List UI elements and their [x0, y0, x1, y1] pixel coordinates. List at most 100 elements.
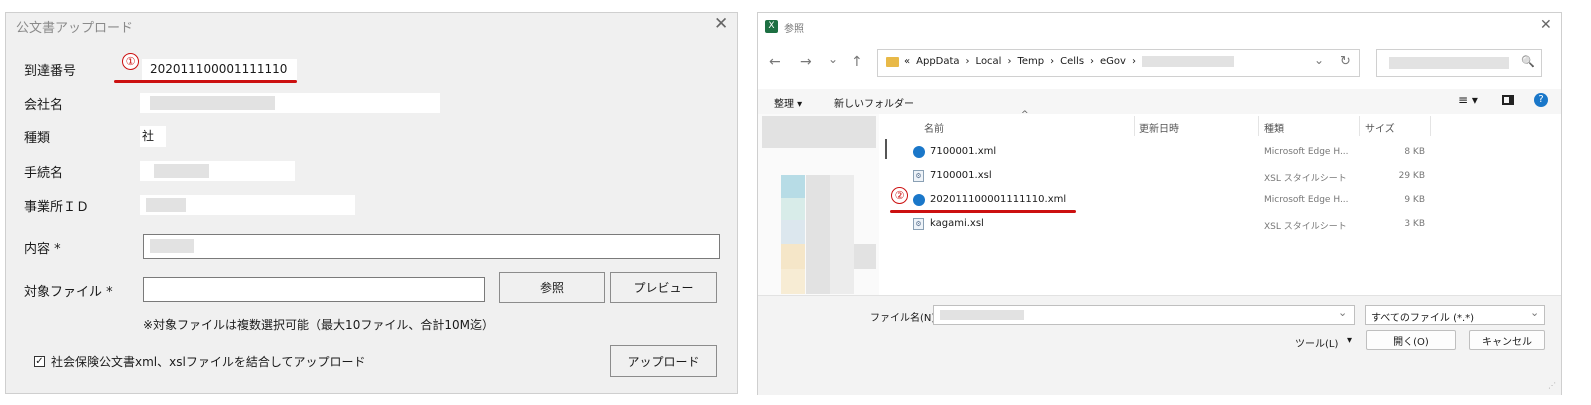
preview-button[interactable]: プレビュー	[610, 272, 717, 303]
dialog-title: 公文書アップロード	[16, 21, 134, 36]
filename-label: ファイル名(N):	[870, 313, 939, 324]
file-size: 3 KB	[1404, 219, 1425, 229]
redacted-block	[781, 269, 805, 294]
file-name: 202011100001111110.xml	[930, 194, 1067, 205]
breadcrumb-separator: ›	[1131, 56, 1136, 67]
file-name: 7100001.xml	[930, 146, 997, 157]
refresh-icon[interactable]: ↻	[1340, 54, 1351, 69]
procedure-label: 手続名	[24, 166, 64, 181]
tools-menu[interactable]: ツール(L)	[1295, 335, 1338, 350]
arrival-number-value: 202011100001111110	[142, 59, 297, 80]
redacted-block	[1141, 56, 1234, 67]
file-type: XSL スタイルシート	[1264, 174, 1347, 184]
recent-chevron-icon[interactable]: ⌄	[828, 52, 838, 66]
file-type: XSL スタイルシート	[1264, 222, 1347, 232]
redacted-block	[150, 239, 194, 253]
filename-chevron-icon[interactable]: ⌄	[1338, 306, 1347, 319]
help-icon[interactable]: ?	[1534, 93, 1548, 107]
file-row[interactable]: ⚙ 7100001.xsl XSL スタイルシート 29 KB	[908, 167, 1428, 187]
column-header-modified[interactable]: 更新日時	[1139, 120, 1179, 135]
file-row[interactable]: 7100001.xml Microsoft Edge H... 8 KB	[908, 143, 1428, 163]
breadcrumb-item[interactable]: Cells	[1060, 56, 1084, 67]
breadcrumb-separator: ›	[965, 56, 970, 67]
view-menu-icon[interactable]: ≡ ▾	[1458, 93, 1478, 107]
company-label: 会社名	[24, 98, 64, 113]
upload-button[interactable]: アップロード	[610, 345, 717, 377]
breadcrumb-item[interactable]: Local	[976, 56, 1002, 67]
redacted-block	[762, 116, 876, 148]
folder-icon	[886, 57, 899, 67]
redacted-block	[854, 244, 876, 269]
type-value: 社	[140, 126, 166, 147]
resize-grip-icon[interactable]: ⋰	[1548, 381, 1556, 390]
dialog-title: 参照	[784, 24, 804, 35]
xsl-file-icon: ⚙	[913, 218, 924, 230]
breadcrumb-item[interactable]: AppData	[916, 56, 959, 67]
file-row[interactable]: 202011100001111110.xml Microsoft Edge H.…	[908, 191, 1428, 211]
merge-checkbox-label: 社会保険公文書xml、xslファイルを結合してアップロード	[51, 355, 366, 369]
file-name: kagami.xsl	[930, 218, 984, 229]
tools-caret-icon[interactable]: ▾	[1347, 335, 1352, 346]
up-arrow-icon[interactable]: ↑	[851, 54, 863, 70]
target-file-input[interactable]	[143, 277, 485, 302]
merge-checkbox[interactable]: ✓	[34, 356, 45, 367]
back-arrow-icon[interactable]: ←	[769, 54, 781, 70]
scrollbar-thumb[interactable]	[885, 139, 887, 159]
navigation-pane[interactable]	[758, 114, 879, 295]
xsl-file-icon: ⚙	[913, 170, 924, 182]
browse-button[interactable]: 参照	[499, 272, 605, 303]
file-size: 9 KB	[1404, 195, 1425, 205]
address-chevron-icon[interactable]: ⌄	[1314, 53, 1324, 67]
sort-ascending-icon: ^	[1021, 110, 1029, 120]
redacted-block	[154, 164, 209, 178]
filename-input[interactable]: ⌄	[933, 305, 1355, 325]
cancel-button[interactable]: キャンセル	[1469, 330, 1545, 350]
breadcrumb-separator: ›	[1090, 56, 1095, 67]
company-value	[140, 93, 440, 113]
close-icon[interactable]: ✕	[714, 14, 728, 34]
redacted-block	[781, 198, 805, 220]
search-input[interactable]: 🔍	[1376, 49, 1542, 77]
file-size: 29 KB	[1398, 171, 1425, 181]
column-divider[interactable]	[1430, 116, 1431, 136]
annotation-marker-2: ②	[891, 187, 908, 204]
redacted-block	[806, 175, 830, 294]
content-input[interactable]	[143, 234, 720, 259]
column-header-name[interactable]: 名前	[924, 120, 944, 135]
open-button[interactable]: 開く(O)	[1366, 330, 1456, 350]
breadcrumb-item[interactable]: Temp	[1017, 56, 1044, 67]
redacted-block	[781, 220, 805, 244]
upload-dialog: 公文書アップロード ✕ 到達番号 202011100001111110 ① 会社…	[5, 12, 738, 394]
redacted-block	[1389, 57, 1509, 69]
excel-icon: X	[765, 20, 778, 33]
target-file-label: 対象ファイル *	[24, 285, 113, 300]
redacted-block	[830, 175, 854, 294]
file-type: Microsoft Edge H...	[1264, 195, 1349, 205]
column-divider[interactable]	[1134, 116, 1135, 136]
close-icon[interactable]: ✕	[1540, 17, 1552, 33]
column-header-type[interactable]: 種類	[1264, 120, 1284, 135]
search-icon[interactable]: 🔍	[1521, 55, 1535, 68]
column-header-size[interactable]: サイズ	[1365, 120, 1395, 135]
file-size: 8 KB	[1404, 147, 1425, 157]
file-row[interactable]: ⚙ kagami.xsl XSL スタイルシート 3 KB	[908, 215, 1428, 235]
address-bar[interactable]: « AppData › Local › Temp › Cells › eGov …	[877, 49, 1360, 77]
organize-menu[interactable]: 整理 ▾	[774, 95, 802, 110]
arrival-number-label: 到達番号	[24, 64, 77, 79]
filetype-chevron-icon[interactable]: ⌄	[1530, 306, 1539, 319]
forward-arrow-icon[interactable]: →	[800, 54, 812, 70]
filetype-select[interactable]: すべてのファイル (*.*) ⌄	[1365, 305, 1545, 325]
type-label: 種類	[24, 131, 51, 146]
breadcrumb-separator: ›	[1007, 56, 1012, 67]
new-folder-button[interactable]: 新しいフォルダー	[834, 95, 914, 110]
redacted-block	[940, 310, 1024, 320]
preview-pane-icon[interactable]	[1502, 95, 1514, 105]
breadcrumb-item[interactable]: eGov	[1100, 56, 1126, 67]
office-id-value	[140, 195, 355, 215]
procedure-value	[140, 161, 295, 181]
edge-icon	[913, 194, 925, 206]
redacted-block	[150, 96, 275, 110]
column-divider[interactable]	[1258, 116, 1259, 136]
content-label: 内容 *	[24, 242, 61, 257]
column-divider[interactable]	[1359, 116, 1360, 136]
